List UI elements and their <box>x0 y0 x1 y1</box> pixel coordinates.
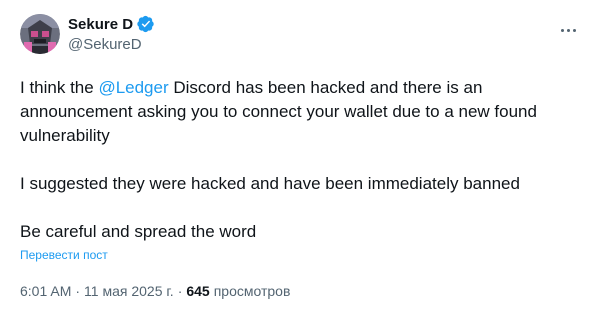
verified-badge-icon[interactable] <box>137 15 155 33</box>
author-name-row[interactable]: Sekure D <box>68 15 155 33</box>
views-label: просмотров <box>213 283 291 299</box>
translate-post-link[interactable]: Перевести пост <box>20 248 108 262</box>
avatar[interactable] <box>20 14 60 54</box>
tweet-text: I think the @Ledger Discord has been hac… <box>20 76 580 244</box>
tweet-paragraph-3: Be careful and spread the word <box>20 222 257 241</box>
meta-separator: · <box>75 283 81 299</box>
avatar-image <box>20 14 60 54</box>
meta-separator: · <box>177 283 183 299</box>
tweet-paragraph-2: I suggested they were hacked and have be… <box>20 174 520 193</box>
tweet-text-segment: I think the <box>20 78 99 97</box>
more-horizontal-icon[interactable] <box>556 22 580 38</box>
mention-link[interactable]: @Ledger <box>98 78 168 97</box>
views-count: 645 <box>186 283 210 299</box>
post-time[interactable]: 6:01 AM <box>20 283 71 299</box>
post-date[interactable]: 11 мая 2025 г. <box>84 283 174 299</box>
tweet-paragraph-1: I think the @Ledger Discord has been hac… <box>20 76 580 148</box>
author-handle[interactable]: @SekureD <box>68 36 142 53</box>
tweet-metadata: 6:01 AM · 11 мая 2025 г. · 645 просмотро… <box>20 283 290 299</box>
author-display-name[interactable]: Sekure D <box>68 16 133 33</box>
tweet-card: Sekure D @SekureD I think the @Ledger Di… <box>0 0 600 310</box>
